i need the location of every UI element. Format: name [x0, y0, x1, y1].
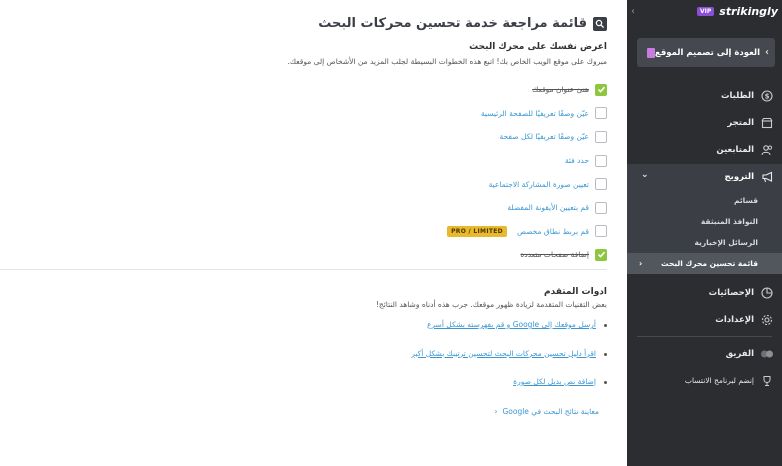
back-to-editor-label: العودة إلى تصميم الموقع — [654, 47, 760, 58]
vip-badge: VIP — [696, 7, 715, 16]
checklist-item[interactable]: هنئ عنوان موقعك — [267, 78, 607, 102]
megaphone-icon — [760, 170, 774, 184]
sidebar-header: VIP strikingly › — [627, 0, 782, 26]
checklist-item[interactable]: تعيين صورة المشاركة الاجتماعية — [267, 172, 607, 196]
bullet — [604, 324, 607, 327]
sidebar-item-label: إنضم لبرنامج الانتساب — [684, 376, 754, 385]
trophy-icon — [760, 374, 774, 388]
checklist-item-label[interactable]: عيّن وصفًا تعريفيًا لكل صفحة — [500, 132, 589, 141]
tools-description: بعض التقنيات المتقدمة لزيادة ظهور موقعك.… — [375, 300, 607, 309]
seo-guide-link[interactable]: اقرأ دليل تحسين محركات البحث لتحسين ترتي… — [411, 349, 596, 358]
sidebar-item-label: المتابعين — [716, 144, 754, 155]
page-title-row: قائمة مراجعة خدمة تحسين محركات البحث — [318, 16, 607, 31]
submenu-item-popups[interactable]: النوافذ المنبثقة — [627, 211, 782, 232]
store-icon — [760, 116, 774, 130]
site-icon — [647, 47, 655, 58]
chevron-left-icon: ‹ — [494, 407, 498, 416]
bullet — [604, 381, 607, 384]
list-item: اقرأ دليل تحسين محركات البحث لتحسين ترتي… — [411, 349, 607, 378]
sidebar-item-followers[interactable]: المتابعين — [627, 136, 782, 163]
submenu-item-newsletters[interactable]: الرسائل الإخبارية — [627, 232, 782, 253]
checklist-item-label[interactable]: قم بتعيين الأيقونة المفضلة — [507, 203, 589, 212]
checkbox-unchecked[interactable] — [595, 201, 607, 214]
sidebar-nav-footer: الفريق إنضم لبرنامج الانتساب — [627, 340, 782, 394]
submit-to-google-link[interactable]: أرسل موقعك إلى Google و قم بفهرسته بشكل … — [427, 320, 596, 329]
sidebar-item-store[interactable]: المتجر — [627, 109, 782, 136]
sidebar-divider — [637, 336, 772, 337]
sidebar-item-label: الفريق — [725, 348, 754, 359]
checklist-item-label: إضافة صفحات متعددة — [520, 250, 589, 260]
advanced-tools-list: أرسل موقعك إلى Google و قم بفهرسته بشكل … — [411, 320, 607, 406]
checklist-item-label[interactable]: عيّن وصفًا تعريفيًا للصفحة الرئيسية — [481, 109, 589, 118]
sidebar-item-settings[interactable]: الإعدادات — [627, 306, 782, 333]
alt-text-link[interactable]: إضافة نص بديل لكل صورة — [513, 377, 596, 386]
checklist-item[interactable]: إضافة صفحات متعددة — [267, 243, 607, 267]
google-preview-label[interactable]: معاينة نتائج البحث في Google — [502, 407, 599, 416]
checklist-item-label[interactable]: حدد فئة — [565, 156, 589, 165]
sidebar-item-analytics[interactable]: الإحصائيات — [627, 279, 782, 306]
chevron-down-icon: ⌄ — [641, 170, 649, 180]
checkbox-unchecked[interactable] — [595, 154, 607, 167]
seo-checklist: هنئ عنوان موقعك عيّن وصفًا تعريفيًا للصف… — [267, 78, 607, 267]
intro-heading: اعرض نفسك على محرك البحث — [469, 42, 607, 52]
sidebar-item-label: الإحصائيات — [708, 287, 754, 298]
checklist-item-label[interactable]: قم بربط نطاق مخصص — [517, 227, 589, 236]
back-to-editor-button[interactable]: › العودة إلى تصميم الموقع — [637, 38, 775, 67]
list-item: أرسل موقعك إلى Google و قم بفهرسته بشكل … — [411, 320, 607, 349]
sidebar-item-label: الطلبات — [720, 90, 754, 101]
bullet — [604, 352, 607, 356]
sidebar-item-promotion[interactable]: الترويج ⌄ — [627, 164, 782, 190]
submenu-item-label: قائمة تحسين محرك البحث — [661, 259, 758, 268]
section-divider — [0, 269, 607, 270]
brand-logo: VIP strikingly — [696, 5, 778, 18]
collapse-sidebar-icon[interactable]: › — [631, 6, 635, 17]
intro-description: مبروك على موقع الويب الخاص بك! اتبع هذه … — [287, 57, 607, 66]
submenu-item-seo-checklist[interactable]: قائمة تحسين محرك البحث ‹ — [627, 253, 782, 274]
checkbox-unchecked[interactable] — [595, 178, 607, 191]
dollar-icon: $ — [760, 89, 774, 103]
team-icon — [760, 347, 774, 361]
checklist-item-label[interactable]: تعيين صورة المشاركة الاجتماعية — [489, 180, 589, 189]
checkbox-checked[interactable] — [595, 83, 607, 96]
sidebar-item-orders[interactable]: $ الطلبات — [627, 82, 782, 109]
submenu-item-coupons[interactable]: قسائم — [627, 190, 782, 211]
chevron-right-icon: › — [765, 47, 769, 58]
sidebar-item-affiliate[interactable]: إنضم لبرنامج الانتساب — [627, 367, 782, 394]
sidebar-item-label: المتجر — [727, 117, 754, 128]
checklist-item[interactable]: عيّن وصفًا تعريفيًا للصفحة الرئيسية — [267, 102, 607, 126]
pro-limited-badge: PRO / LIMITED — [447, 225, 507, 237]
sidebar-nav-secondary: الإحصائيات الإعدادات — [627, 279, 782, 333]
list-item: إضافة نص بديل لكل صورة — [411, 377, 607, 406]
pie-chart-icon — [760, 286, 774, 300]
checklist-item[interactable]: قم بربط نطاق مخصص PRO / LIMITED — [267, 220, 607, 244]
google-preview-link[interactable]: معاينة نتائج البحث في Google ‹ — [494, 407, 599, 416]
checklist-item[interactable]: حدد فئة — [267, 149, 607, 173]
checklist-item-label: هنئ عنوان موقعك — [532, 85, 589, 95]
sidebar-item-label: الترويج — [724, 172, 754, 182]
brand-name: strikingly — [719, 5, 778, 18]
followers-icon — [760, 143, 774, 157]
checkbox-checked[interactable] — [595, 248, 607, 261]
main-content: قائمة مراجعة خدمة تحسين محركات البحث اعر… — [0, 0, 627, 466]
svg-text:$: $ — [765, 92, 770, 100]
gear-icon — [760, 313, 774, 327]
chevron-left-icon: ‹ — [639, 259, 643, 268]
checklist-item[interactable]: قم بتعيين الأيقونة المفضلة — [267, 196, 607, 220]
page-title: قائمة مراجعة خدمة تحسين محركات البحث — [318, 16, 587, 31]
sidebar-item-team[interactable]: الفريق — [627, 340, 782, 367]
sidebar-item-label: الإعدادات — [715, 314, 754, 325]
sidebar: VIP strikingly › › العودة إلى تصميم المو… — [627, 0, 782, 466]
search-icon — [593, 16, 607, 31]
checkbox-unchecked[interactable] — [595, 107, 607, 120]
tools-heading: ادوات المتقدم — [543, 287, 607, 297]
checkbox-unchecked[interactable] — [595, 225, 607, 238]
checklist-item[interactable]: عيّن وصفًا تعريفيًا لكل صفحة — [267, 125, 607, 149]
checkbox-unchecked[interactable] — [595, 130, 607, 143]
sidebar-nav: $ الطلبات المتجر المتابعين — [627, 82, 782, 163]
promotion-submenu: قسائم النوافذ المنبثقة الرسائل الإخبارية… — [627, 190, 782, 274]
